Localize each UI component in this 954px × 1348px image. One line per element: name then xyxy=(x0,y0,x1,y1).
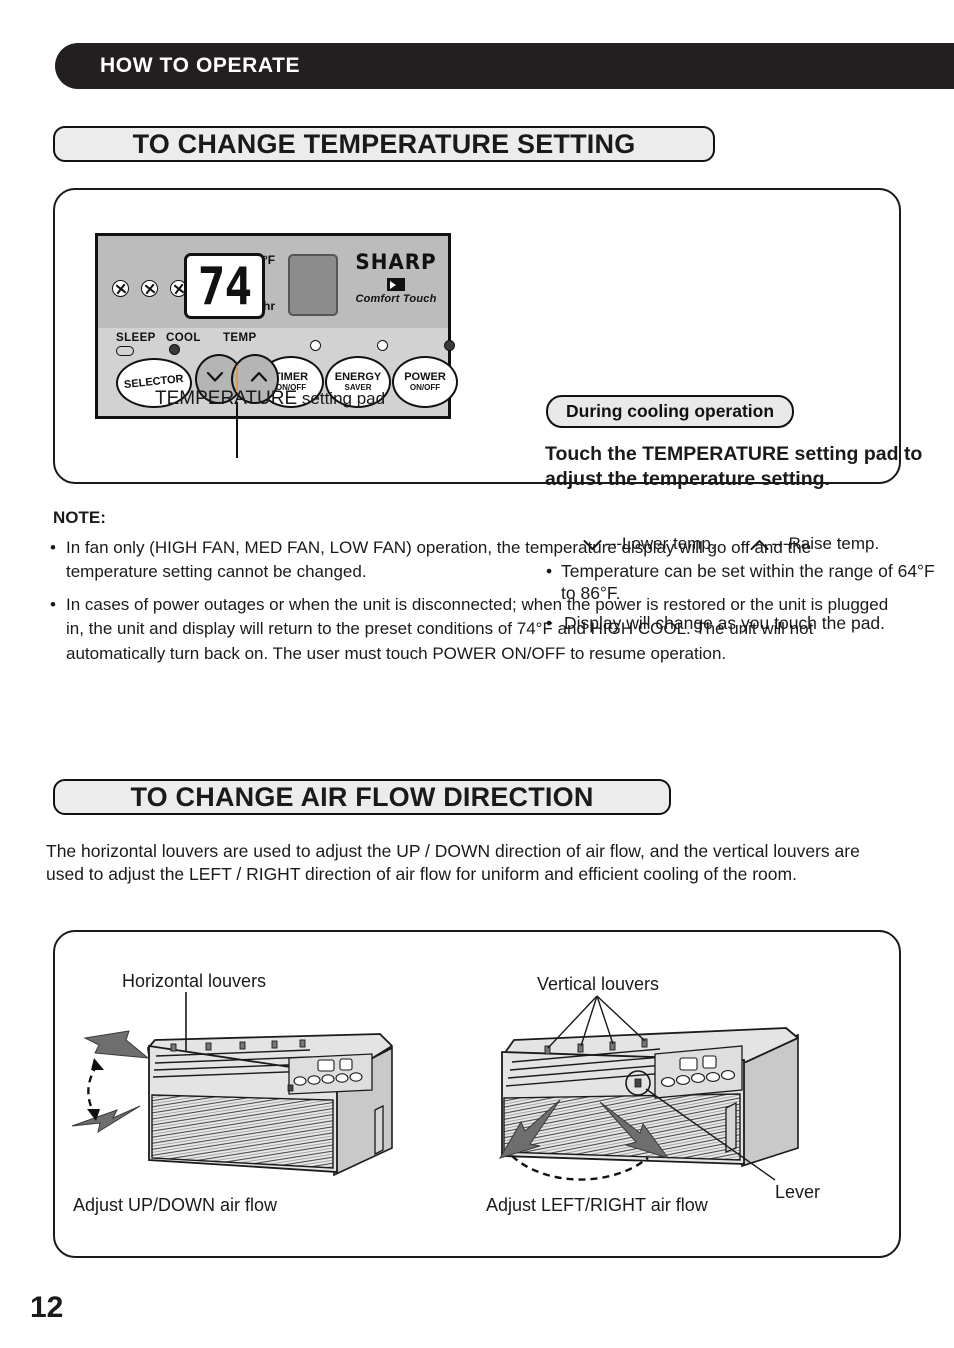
comfort-touch-icon xyxy=(387,278,405,291)
indicator-label-row: SLEEP COOL TEMP xyxy=(112,332,442,348)
section-title-airflow-label: TO CHANGE AIR FLOW DIRECTION xyxy=(130,781,594,812)
pad-caption-rest: setting pad xyxy=(297,389,386,408)
running-head-title: HOW TO OPERATE xyxy=(100,54,301,77)
fan-speed-icons xyxy=(112,280,187,297)
vertical-louvers-label: Vertical louvers xyxy=(537,974,660,994)
updown-caption: Adjust UP/DOWN air flow xyxy=(73,1195,278,1215)
pad-leader-line xyxy=(236,402,238,458)
lcd-unit-fahrenheit: °F xyxy=(263,253,276,267)
lcd-display: 74 xyxy=(184,253,265,319)
running-head-bar: HOW TO OPERATE xyxy=(55,43,954,89)
power-button[interactable]: POWER ON/OFF xyxy=(392,356,458,408)
chevron-down-icon xyxy=(207,372,223,382)
list-item: In cases of power outages or when the un… xyxy=(48,593,904,665)
lcd-unit-hour: hr xyxy=(263,299,275,313)
brand-tagline: Comfort Touch xyxy=(355,293,437,305)
page-number: 12 xyxy=(30,1291,64,1324)
indicator-label-cool: COOL xyxy=(166,332,201,344)
indicator-label-temp: TEMP xyxy=(223,332,257,344)
timer-button-label: TIMER xyxy=(273,371,309,384)
brand-block: SHARP Comfort Touch xyxy=(346,250,446,305)
during-cooling-badge: During cooling operation xyxy=(546,395,795,428)
horizontal-louvers-label: Horizontal louvers xyxy=(122,971,267,991)
power-button-label: POWER xyxy=(404,371,446,384)
fan-icon xyxy=(112,280,129,297)
brand-name: SHARP xyxy=(355,250,437,274)
section-title-temperature-label: TO CHANGE TEMPERATURE SETTING xyxy=(132,128,636,159)
power-button-sublabel: ON/OFF xyxy=(409,382,441,392)
section-title-airflow: TO CHANGE AIR FLOW DIRECTION xyxy=(53,779,671,815)
note-list: In fan only (HIGH FAN, MED FAN, LOW FAN)… xyxy=(48,536,904,675)
lcd-secondary-window xyxy=(288,254,338,316)
section-title-temperature: TO CHANGE TEMPERATURE SETTING xyxy=(53,126,715,162)
energy-saver-button-label: ENERGY xyxy=(334,371,382,384)
indicator-label-sleep: SLEEP xyxy=(116,332,156,344)
fan-icon xyxy=(141,280,158,297)
airflow-intro-paragraph: The horizontal louvers are used to adjus… xyxy=(46,841,860,885)
leftright-caption: Adjust LEFT/RIGHT air flow xyxy=(486,1195,708,1215)
note-heading: NOTE: xyxy=(53,508,106,527)
pad-caption: TEMPERATURE setting pad xyxy=(155,388,385,410)
temperature-instruction: Touch the TEMPERATURE setting pad to adj… xyxy=(545,443,923,490)
lcd-unit-labels: °F hr xyxy=(263,254,285,312)
temperature-illustration-panel: 74 °F hr SHARP Comfort Touch SLEEP COOL … xyxy=(53,188,935,635)
list-item: In fan only (HIGH FAN, MED FAN, LOW FAN)… xyxy=(48,536,904,584)
lcd-temperature-value: 74 xyxy=(197,255,252,317)
pad-divider xyxy=(236,366,238,392)
pad-caption-strong: TEMPERATURE xyxy=(155,388,298,409)
chevron-up-icon xyxy=(251,372,267,382)
lever-label: Lever xyxy=(775,1182,821,1202)
